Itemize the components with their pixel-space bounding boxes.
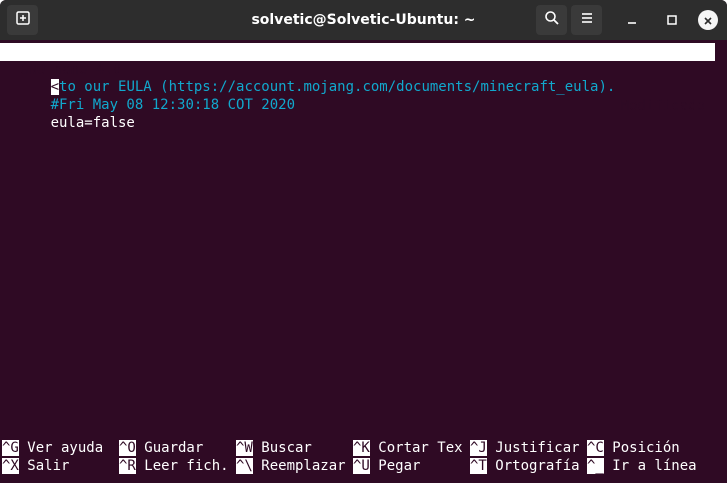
close-button[interactable]: [698, 10, 718, 30]
editor-line[interactable]: #Fri May 08 12:30:18 COT 2020: [0, 80, 295, 113]
shortcut-read-file[interactable]: ^R Leer fich.: [119, 458, 229, 475]
shortcut-replace[interactable]: ^\ Reemplazar: [236, 458, 346, 475]
menu-button[interactable]: [571, 5, 602, 35]
maximize-button[interactable]: [662, 10, 682, 30]
shortcut-cut[interactable]: ^K Cortar Tex: [353, 440, 463, 457]
shortcut-row: ^G Ver ayuda ^O Guardar ^W Buscar ^K Cor…: [0, 440, 727, 457]
hamburger-menu-icon: [579, 10, 595, 30]
terminal-window: solvetic@Solvetic-Ubuntu: ~ GNU nano 4.8…: [0, 0, 727, 483]
close-icon: [703, 11, 713, 30]
minimize-icon: [626, 11, 638, 30]
shortcut-search[interactable]: ^W Buscar: [236, 440, 312, 457]
line-text: eula=false: [50, 115, 135, 131]
editor-line[interactable]: <to our EULA (https://account.mojang.com…: [0, 62, 615, 95]
shortcut-row: ^X Salir ^R Leer fich. ^\ Reemplazar ^U …: [0, 458, 727, 475]
shortcut-save[interactable]: ^O Guardar: [119, 440, 203, 457]
editor-line[interactable]: eula=false: [0, 98, 135, 131]
new-tab-icon: [15, 10, 31, 30]
search-icon: [544, 10, 560, 30]
shortcut-spelling[interactable]: ^T Ortografía: [470, 458, 580, 475]
window-title: solvetic@Solvetic-Ubuntu: ~: [251, 12, 476, 28]
search-button[interactable]: [536, 5, 567, 35]
shortcut-paste[interactable]: ^U Pegar: [353, 458, 420, 475]
shortcut-help[interactable]: ^G Ver ayuda: [2, 440, 103, 457]
minimize-button[interactable]: [622, 10, 642, 30]
shortcut-go-to-line[interactable]: ^_ Ir a línea: [587, 458, 697, 475]
nano-header-bar: GNU nano 4.8 eula.txt Modificado: [0, 43, 715, 114]
modified-status: Modificado: [620, 98, 705, 114]
terminal-area[interactable]: GNU nano 4.8 eula.txt Modificado <to our…: [0, 40, 727, 483]
new-tab-button[interactable]: [7, 5, 38, 35]
shortcut-exit[interactable]: ^X Salir: [2, 458, 69, 475]
shortcut-position[interactable]: ^C Posición: [587, 440, 680, 457]
shortcut-justify[interactable]: ^J Justificar: [470, 440, 580, 457]
title-bar: solvetic@Solvetic-Ubuntu: ~: [0, 0, 727, 40]
maximize-icon: [666, 11, 678, 30]
